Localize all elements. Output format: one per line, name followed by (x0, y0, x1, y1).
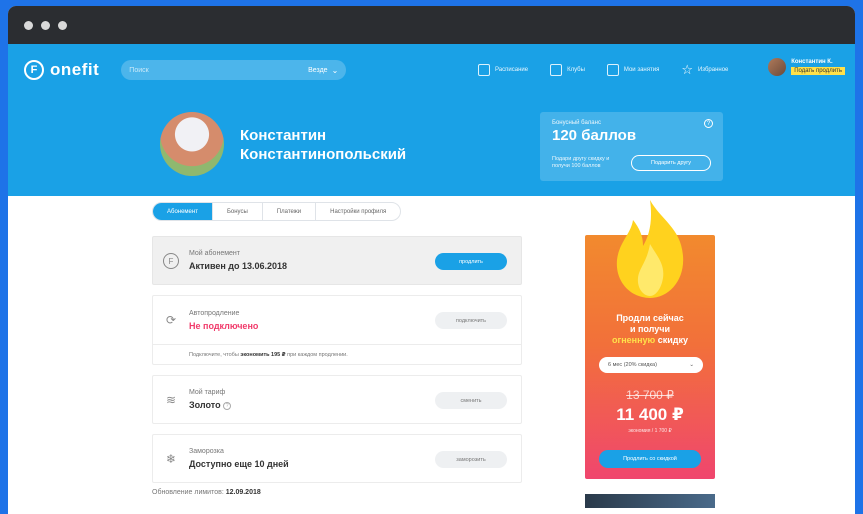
promo-headline: Продли сейчас и получи огненную скидку (585, 313, 715, 346)
freeze-button[interactable]: заморозить (435, 451, 507, 468)
nav-clubs-label: Клубы (567, 67, 585, 73)
logo-text: onefit (50, 60, 100, 79)
bonus-value: 120 баллов (552, 127, 637, 144)
city-select[interactable]: Везде (308, 67, 327, 74)
new-price: 11 400 ₽ (616, 405, 684, 424)
logo[interactable]: F onefit (24, 60, 99, 80)
nav-my-classes[interactable]: Мои занятия (606, 64, 660, 76)
old-price: 13 700 ₽ (626, 388, 674, 402)
star-icon: ☆ (681, 62, 693, 77)
refresh-icon: ⟳ (165, 313, 177, 327)
note-post: при каждом продлении. (287, 352, 348, 358)
nav-favorites-label: Избранное (697, 67, 729, 73)
user-avatar (768, 58, 787, 76)
period-select-value: 6 мес (20% скидка) (608, 362, 657, 368)
tab-bonuses[interactable]: Бонусы (213, 203, 263, 220)
tariff-card: ≋ Мой тариф Золото ? сменить (152, 375, 522, 424)
user-menu[interactable]: Константин К. Подать продлить (768, 58, 845, 76)
nav-links: Расписание Клубы Мои занятия ☆ Избранное (478, 44, 728, 96)
window-dot-close[interactable] (24, 20, 33, 30)
change-button[interactable]: сменить (435, 392, 507, 409)
shield-icon (606, 64, 619, 76)
autorenew-status: Не подключено (189, 321, 259, 331)
profile-header: Константин Константинопольский Бонусный … (8, 96, 855, 196)
autorenew-card: ⟳ Автопродление Не подключено подключить… (152, 295, 522, 365)
title-bar (8, 6, 855, 44)
freeze-card: ❄ Заморозка Доступно еще 10 дней замороз… (152, 434, 522, 483)
bonus-label: Бонусный баланс (552, 120, 601, 126)
subscription-label: Мой абонемент (189, 250, 240, 257)
renew-button[interactable]: продлить (435, 253, 507, 270)
chevron-down-icon[interactable]: ⌄ (332, 66, 339, 75)
price-note: экономия / 1 700 ₽ (628, 428, 672, 434)
tab-subscription[interactable]: Абонемент (153, 203, 213, 220)
subscription-card: F Мой абонемент Активен до 13.06.2018 пр… (152, 236, 522, 285)
limits-update-label: Обновление лимитов: (152, 489, 224, 496)
info-icon[interactable]: ? (223, 401, 232, 410)
autorenew-note: Подключите, чтобы экономить 195 ₽ при ка… (189, 352, 348, 358)
divider (153, 344, 521, 345)
renew-badge[interactable]: Подать продлить (791, 67, 845, 75)
connect-button[interactable]: подключить (435, 312, 507, 329)
period-select[interactable]: 6 мес (20% скидка) ⌄ (599, 357, 703, 373)
promo-line3-rest: скидку (657, 335, 689, 345)
limits-update-date: 12.09.2018 (225, 489, 261, 496)
onefit-icon: F (163, 253, 179, 269)
limits-update: Обновление лимитов: 12.09.2018 (152, 489, 261, 496)
nav-schedule[interactable]: Расписание (478, 64, 528, 76)
search-bar: Везде ⌄ (121, 60, 347, 80)
club-thumbnail[interactable] (585, 494, 715, 508)
tab-payments[interactable]: Платежи (263, 203, 317, 220)
promo-highlight: огненную (611, 335, 656, 345)
tariff-value-text: Золото (189, 400, 221, 410)
profile-tabs: Абонемент Бонусы Платежи Настройки профи… (152, 202, 402, 221)
autorenew-label: Автопродление (189, 310, 240, 317)
snowflake-icon: ❄ (165, 452, 177, 466)
user-name: Константин К. (791, 59, 833, 65)
renew-discount-button[interactable]: Продлить со скидкой (599, 450, 701, 468)
window-dot-minimize[interactable] (41, 20, 50, 30)
chevron-down-icon: ⌄ (689, 362, 694, 368)
promo-line1: Продли сейчас (616, 313, 684, 323)
note-pre: Подключите, чтобы (189, 352, 239, 358)
nav-clubs[interactable]: Клубы (550, 64, 585, 76)
profile-first-name: Константин (240, 127, 327, 144)
nav-favorites[interactable]: ☆ Избранное (681, 62, 729, 77)
trophy-icon (550, 64, 563, 76)
freeze-value: Доступно еще 10 дней (189, 459, 289, 469)
calendar-icon (478, 64, 490, 76)
flame-icon (616, 200, 684, 298)
gift-friend-button[interactable]: Подарить другу (631, 155, 711, 171)
nav-schedule-label: Расписание (495, 67, 529, 73)
logo-icon: F (24, 60, 44, 80)
note-bold: экономить 195 ₽ (240, 352, 286, 358)
promo-line2: и получи (629, 324, 671, 334)
tariff-label: Мой тариф (189, 389, 226, 396)
profile-last-name: Константинопольский (240, 146, 407, 163)
bonus-desc: Подари другу скидку и получи 100 баллов (552, 156, 610, 169)
profile-name: Константин Константинопольский (240, 126, 406, 164)
layers-icon: ≋ (165, 393, 177, 407)
bonus-card: Бонусный баланс 120 баллов Подари другу … (540, 112, 723, 181)
top-navbar: F onefit Везде ⌄ Расписание Клубы Мои за… (8, 44, 855, 96)
info-icon[interactable]: ? (704, 119, 713, 128)
search-input[interactable] (129, 66, 309, 74)
promo-line3: огненную скидку (585, 335, 715, 346)
subscription-value: Активен до 13.06.2018 (189, 261, 288, 271)
profile-avatar (160, 112, 224, 176)
freeze-label: Заморозка (189, 448, 224, 455)
tariff-value: Золото ? (189, 400, 232, 410)
tab-settings[interactable]: Настройки профиля (316, 203, 400, 220)
nav-my-classes-label: Мои занятия (623, 67, 660, 73)
window-dot-maximize[interactable] (58, 20, 67, 30)
